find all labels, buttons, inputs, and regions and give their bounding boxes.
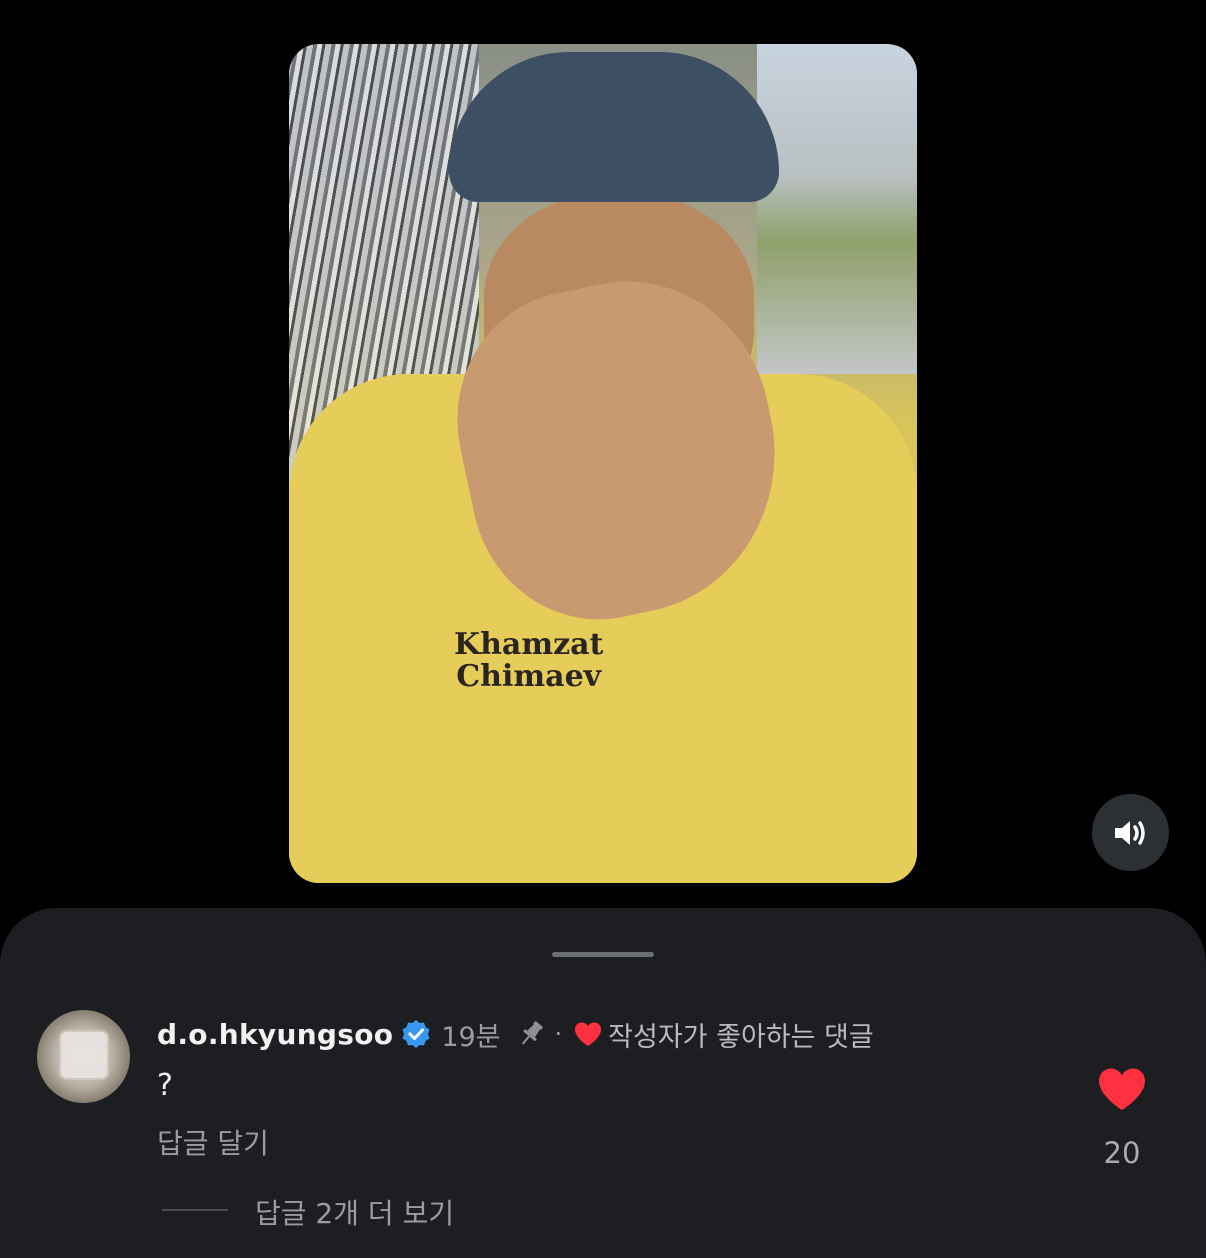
comment-text: ? [157, 1068, 173, 1103]
sound-toggle-button[interactable] [1092, 794, 1169, 871]
video-background-street [757, 44, 917, 374]
verified-badge-icon [402, 1020, 430, 1048]
like-heart-icon[interactable] [1097, 1066, 1147, 1112]
avatar-image [59, 1030, 109, 1080]
separator-dot: · [554, 1020, 563, 1048]
avatar[interactable] [37, 1010, 130, 1103]
comment-time: 19분 [441, 1021, 501, 1053]
video-person-cap [449, 52, 779, 202]
comment-header: d.o.hkyungsoo 19분 · 작성자가 좋아하는 댓글 [157, 1012, 874, 1056]
heart-icon [575, 1022, 602, 1046]
pin-icon [521, 1021, 543, 1045]
comment-username[interactable]: d.o.hkyungsoo [157, 1018, 393, 1051]
more-replies-divider [162, 1209, 228, 1211]
view-more-replies-button[interactable]: 답글 2개 더 보기 [255, 1192, 454, 1232]
screen: Khamzat Chimaev d.o.hkyungsoo 19분 · 작성자가… [0, 0, 1206, 1258]
reply-button[interactable]: 답글 달기 [157, 1122, 269, 1162]
sheet-grabber-handle[interactable] [552, 952, 654, 957]
like-count: 20 [1103, 1136, 1141, 1170]
video-player[interactable]: Khamzat Chimaev [289, 44, 917, 883]
shirt-print-text: Khamzat Chimaev [454, 627, 604, 694]
comments-sheet [0, 908, 1206, 1258]
speaker-icon [1114, 820, 1145, 845]
liked-by-author-label: 작성자가 좋아하는 댓글 [608, 1021, 874, 1053]
